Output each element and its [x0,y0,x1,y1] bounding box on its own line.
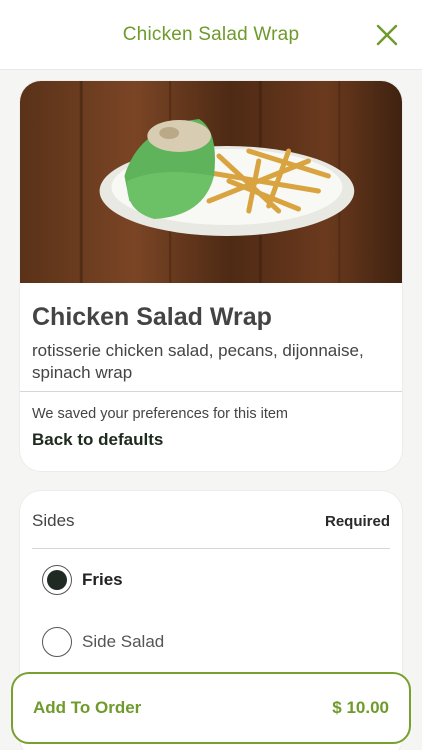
option-label: Fries [82,570,123,589]
side-option-fries[interactable]: Fries [20,549,402,611]
sides-header: Sides Required [20,491,402,531]
item-card: Chicken Salad Wrap rotisserie chicken sa… [19,80,403,472]
order-price: $ 10.00 [332,698,389,717]
close-icon [376,24,398,46]
saved-preferences-note: We saved your preferences for this item [32,406,289,422]
back-to-defaults-link[interactable]: Back to defaults [32,430,163,450]
radio-button-selected[interactable] [42,565,72,595]
divider [20,391,402,392]
sides-title: Sides [32,511,75,530]
page-title: Chicken Salad Wrap [122,23,300,45]
item-name: Chicken Salad Wrap [32,303,272,331]
radio-button[interactable] [42,627,72,657]
add-to-order-label: Add To Order [33,698,142,717]
header-bar: Chicken Salad Wrap [0,0,422,70]
close-button[interactable] [374,22,400,48]
add-to-order-button[interactable]: Add To Order $ 10.00 [11,672,411,744]
item-photo [20,81,402,283]
item-description: rotisserie chicken salad, pecans, dijonn… [32,341,364,382]
side-option-side-salad[interactable]: Side Salad [20,611,402,673]
option-label: Side Salad [82,632,165,651]
required-badge: Required [324,512,390,530]
